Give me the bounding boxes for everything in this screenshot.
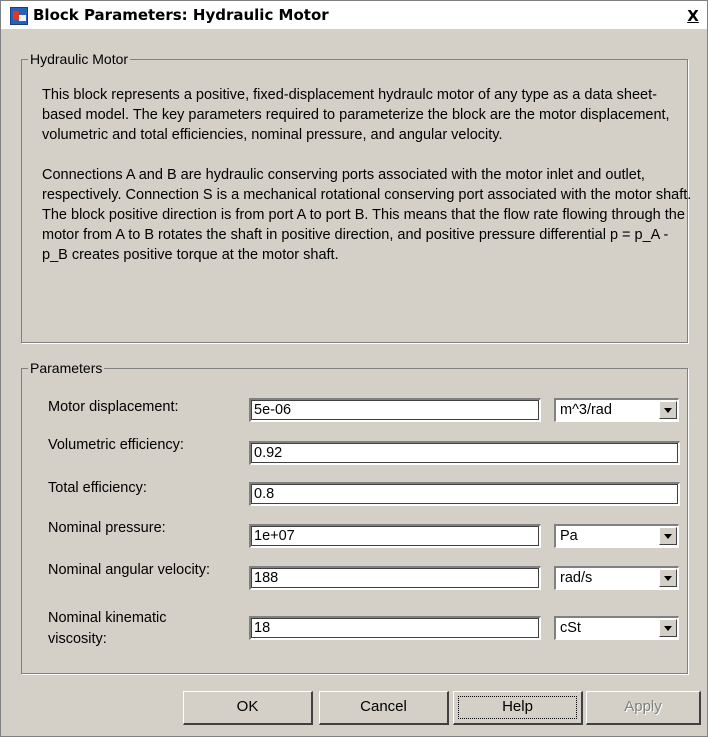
apply-button[interactable]: Apply bbox=[586, 691, 701, 725]
cancel-button-label: Cancel bbox=[360, 698, 407, 715]
nominal-angular-velocity-unit-value: rad/s bbox=[560, 570, 593, 586]
volumetric-efficiency-input[interactable]: 0.92 bbox=[249, 441, 680, 465]
chevron-down-icon[interactable] bbox=[659, 619, 677, 637]
nominal-kinematic-viscosity-input[interactable]: 18 bbox=[249, 616, 541, 640]
chevron-down-icon[interactable] bbox=[659, 401, 677, 419]
nominal-angular-velocity-label: Nominal angular velocity: bbox=[48, 562, 210, 578]
chevron-down-icon[interactable] bbox=[659, 569, 677, 587]
window-title: Block Parameters: Hydraulic Motor bbox=[33, 6, 329, 24]
total-efficiency-label: Total efficiency: bbox=[48, 480, 147, 496]
nominal-kinematic-viscosity-unit-select[interactable]: cSt bbox=[554, 616, 679, 640]
ok-button[interactable]: OK bbox=[183, 691, 313, 725]
ok-button-label: OK bbox=[236, 698, 259, 715]
nominal-angular-velocity-unit-select[interactable]: rad/s bbox=[554, 566, 679, 590]
apply-button-label: Apply bbox=[624, 698, 662, 715]
description-group-label: Hydraulic Motor bbox=[30, 51, 129, 67]
nominal-kinematic-viscosity-unit-value: cSt bbox=[560, 620, 581, 636]
nominal-pressure-label: Nominal pressure: bbox=[48, 520, 166, 536]
nominal-pressure-unit-select[interactable]: Pa bbox=[554, 524, 679, 548]
description-text: This block represents a positive, fixed-… bbox=[42, 85, 692, 265]
parameters-group-label: Parameters bbox=[30, 360, 103, 376]
description-paragraph-1: This block represents a positive, fixed-… bbox=[42, 87, 670, 143]
nominal-angular-velocity-input[interactable]: 188 bbox=[249, 566, 541, 590]
nominal-pressure-input[interactable]: 1e+07 bbox=[249, 524, 541, 548]
motor-displacement-unit-select[interactable]: m^3/rad bbox=[554, 398, 679, 422]
motor-displacement-unit-value: m^3/rad bbox=[560, 402, 612, 418]
description-group: Hydraulic Motor This block represents a … bbox=[21, 51, 691, 343]
nominal-kinematic-viscosity-label-line2: viscosity: bbox=[48, 631, 107, 647]
help-button-label: Help bbox=[502, 698, 533, 715]
simulink-block-icon bbox=[10, 7, 28, 25]
nominal-pressure-unit-value: Pa bbox=[560, 528, 578, 544]
motor-displacement-label: Motor displacement: bbox=[48, 399, 179, 415]
motor-displacement-input[interactable]: 5e-06 bbox=[249, 398, 541, 422]
title-bar[interactable]: Block Parameters: Hydraulic Motor X bbox=[1, 1, 707, 29]
description-paragraph-2: Connections A and B are hydraulic conser… bbox=[42, 167, 692, 263]
cancel-button[interactable]: Cancel bbox=[319, 691, 449, 725]
chevron-down-icon[interactable] bbox=[659, 527, 677, 545]
help-button[interactable]: Help bbox=[453, 691, 583, 725]
total-efficiency-input[interactable]: 0.8 bbox=[249, 482, 680, 506]
block-parameters-dialog: Block Parameters: Hydraulic Motor X Hydr… bbox=[0, 0, 708, 737]
volumetric-efficiency-label: Volumetric efficiency: bbox=[48, 437, 184, 453]
close-button[interactable]: X bbox=[684, 7, 702, 25]
nominal-kinematic-viscosity-label-line1: Nominal kinematic bbox=[48, 610, 167, 626]
